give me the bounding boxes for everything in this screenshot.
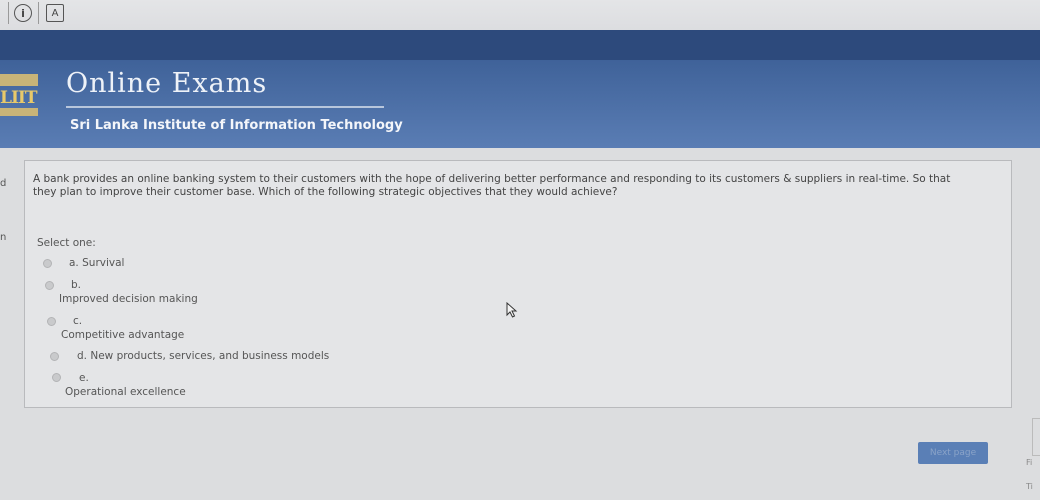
- option-e-letter[interactable]: e.: [79, 372, 89, 384]
- option-a-radio[interactable]: [43, 259, 52, 268]
- option-c-letter[interactable]: c.: [73, 315, 82, 327]
- option-letter: a.: [69, 257, 79, 269]
- option-a[interactable]: a. Survival: [69, 257, 124, 269]
- side-text-fragment: Fi: [1026, 458, 1033, 467]
- top-band: [0, 30, 1040, 60]
- page-title: Online Exams: [66, 68, 268, 99]
- side-text-fragment: Ti: [1026, 482, 1033, 491]
- sidebar-fragment[interactable]: n: [0, 232, 14, 252]
- question-text: A bank provides an online banking system…: [33, 173, 951, 198]
- question-card: A bank provides an online banking system…: [24, 160, 1012, 408]
- title-underline: [66, 106, 384, 108]
- certificate-icon[interactable]: A: [46, 4, 64, 22]
- site-header: LIIT Online Exams Sri Lanka Institute of…: [0, 60, 1040, 148]
- mouse-pointer-icon: [506, 302, 518, 318]
- side-panel-fragment: [1032, 418, 1040, 456]
- option-letter: d.: [77, 350, 88, 362]
- option-e-text[interactable]: Operational excellence: [65, 386, 186, 398]
- next-page-button[interactable]: Next page: [918, 442, 988, 464]
- select-one-label: Select one:: [37, 237, 96, 249]
- option-c-radio[interactable]: [47, 317, 56, 326]
- option-d-radio[interactable]: [50, 352, 59, 361]
- option-text: Survival: [82, 257, 125, 269]
- option-b-letter[interactable]: b.: [71, 279, 81, 291]
- institute-name: Sri Lanka Institute of Information Techn…: [70, 118, 403, 133]
- institute-logo[interactable]: LIIT: [0, 74, 38, 118]
- option-b-radio[interactable]: [45, 281, 54, 290]
- option-text: New products, services, and business mod…: [90, 350, 330, 362]
- info-circle-icon[interactable]: i: [14, 4, 32, 22]
- sidebar-fragment[interactable]: d: [0, 178, 14, 198]
- option-c-text[interactable]: Competitive advantage: [61, 329, 184, 341]
- main-content: d n A bank provides an online banking sy…: [0, 148, 1040, 500]
- browser-toolbar: i A: [0, 0, 1040, 31]
- option-d[interactable]: d. New products, services, and business …: [77, 350, 329, 362]
- option-e-radio[interactable]: [52, 373, 61, 382]
- option-b-text[interactable]: Improved decision making: [59, 293, 198, 305]
- toolbar-divider: [8, 2, 9, 24]
- toolbar-divider: [38, 2, 39, 24]
